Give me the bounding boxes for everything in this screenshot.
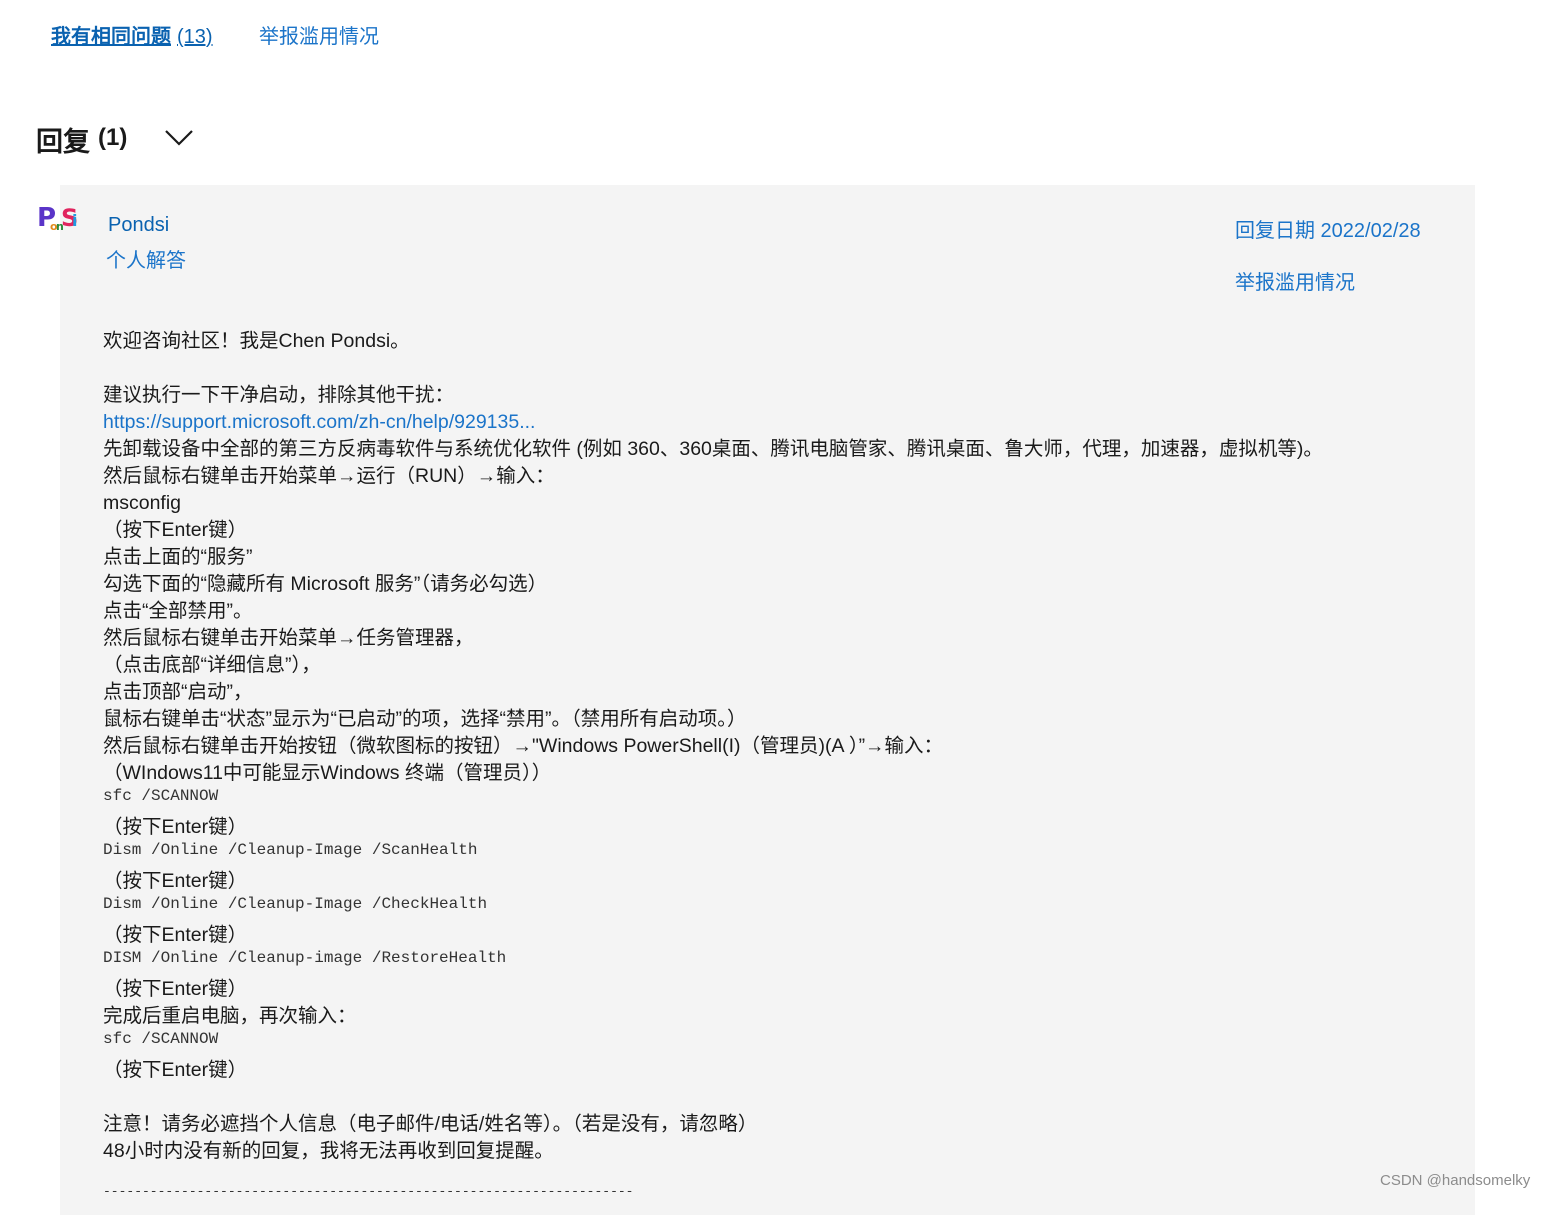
code-line: DISM /Online /Cleanup-image /RestoreHeal… [103,949,507,967]
reply-line: 48小时内没有新的回复，我将无法再收到回复提醒。 [103,1140,554,1162]
user-avatar[interactable]: P o n S i [36,196,78,238]
code-line: sfc /SCANNOW [103,1030,219,1048]
reply-line: 然后鼠标右键单击开始菜单→任务管理器， [103,627,474,649]
reply-line: 勾选下面的“隐藏所有 Microsoft 服务”（请务必勾选） [103,573,548,595]
reply-author[interactable]: Pondsi [108,214,169,237]
reply-line: 欢迎咨询社区！我是Chen Pondsi。 [103,330,410,352]
chevron-down-icon[interactable] [164,122,194,152]
code-line: Dism /Online /Cleanup-Image /CheckHealth [103,895,488,913]
reply-line: 点击上面的“服务” [103,546,253,568]
reply-line: （按下Enter键） [103,519,248,541]
separator-line: ----------------------------------------… [103,1184,634,1199]
same-question-label: 我有相同问题 [51,26,171,48]
same-question-link[interactable]: 我有相同问题 (13) [51,20,213,49]
reply-line: （按下Enter键） [103,978,248,1000]
reply-date: 回复日期 2022/02/28 [1235,220,1421,242]
reply-line: 注意！请务必遮挡个人信息（电子邮件/电话/姓名等）。（若是没有，请忽略） [103,1113,758,1135]
support-link[interactable]: https://support.microsoft.com/zh-cn/help… [103,409,535,436]
reply-line: 先卸载设备中全部的第三方反病毒软件与系统优化软件 (例如 360、360桌面、腾… [103,438,1323,460]
watermark: CSDN @handsomelky [1380,1172,1531,1189]
reply-line: 建议执行一下干净启动，排除其他干扰： [103,384,455,406]
reply-author-role[interactable]: 个人解答 [106,244,186,273]
replies-title: 回复 [36,127,90,157]
reply-line: 点击顶部“启动”， [103,681,253,703]
code-line: sfc /SCANNOW [103,787,219,805]
reply-line: （按下Enter键） [103,870,248,892]
replies-count: (1) [98,124,128,151]
reply-line: 然后鼠标右键单击开始菜单→运行（RUN）→输入： [103,465,555,487]
svg-text:i: i [72,211,77,230]
reply-line: （WIndows11中可能显示Windows 终端（管理员）） [103,762,552,784]
reply-line: （点击底部“详细信息”）， [103,654,321,676]
reply-line: （按下Enter键） [103,924,248,946]
same-question-count: (13) [177,26,213,48]
reply-line: （按下Enter键） [103,1059,248,1081]
reply-line: 完成后重启电脑，再次输入： [103,1005,357,1027]
code-line: Dism /Online /Cleanup-Image /ScanHealth [103,841,478,859]
report-abuse-link[interactable]: 举报滥用情况 [259,20,379,49]
reply-line: msconfig [103,492,182,514]
reply-line: 点击“全部禁用”。 [103,600,253,622]
reply-line: 然后鼠标右键单击开始按钮（微软图标的按钮）→"Windows PowerShel… [103,735,944,757]
reply-line: 鼠标右键单击“状态”显示为“已启动”的项，选择“禁用”。（禁用所有启动项。） [103,708,747,730]
reply-report-abuse-link[interactable]: 举报滥用情况 [1235,266,1355,295]
reply-line: （按下Enter键） [103,816,248,838]
